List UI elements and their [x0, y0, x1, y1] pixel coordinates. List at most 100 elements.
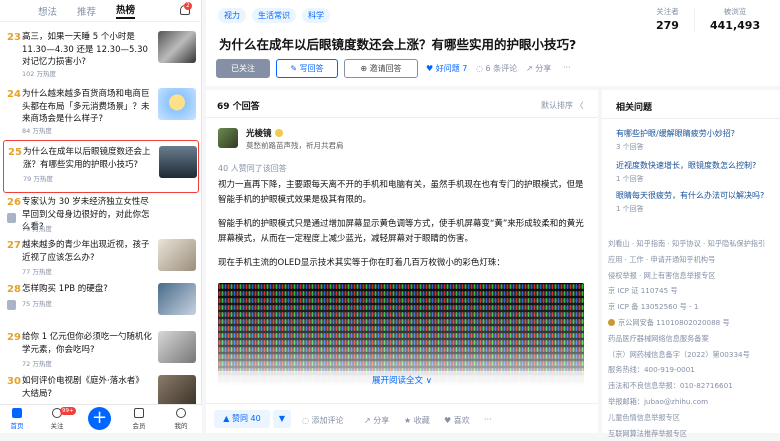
- upvote-button[interactable]: ▲ 赞同 40: [214, 410, 270, 428]
- nav-home[interactable]: 首页: [2, 408, 32, 430]
- hot-thumbnail: [158, 31, 196, 63]
- hot-title[interactable]: 如何评价电视剧《庭外·落水者》大结局?: [22, 375, 152, 400]
- profile-icon: [176, 408, 186, 418]
- notification-badge: 2: [184, 2, 192, 10]
- like-button[interactable]: ♥ 喜欢: [444, 415, 470, 426]
- nav-profile[interactable]: 我的: [166, 408, 196, 430]
- footer-links[interactable]: 侵权举报 · 网上有害信息举报专区: [608, 268, 778, 284]
- hot-title[interactable]: 给你 1 亿元但你必须吃一勺随机化学元素，你会吃吗?: [22, 331, 152, 356]
- footer-text: 举报邮箱：jubao@zhihu.com: [608, 396, 709, 406]
- answer-more-button[interactable]: ···: [484, 415, 492, 424]
- author-label: 光棱镜: [246, 129, 272, 139]
- related-question[interactable]: 近视度数快速增长，眼镜度数怎么控制? 1 个回答: [616, 160, 776, 184]
- oled-pixel-image: [218, 283, 584, 385]
- downvote-button[interactable]: ▼: [273, 410, 291, 428]
- add-comment-label: 添加评论: [311, 416, 344, 425]
- add-comment-button[interactable]: ◌ 添加评论: [302, 415, 344, 426]
- hot-title[interactable]: 越来越多的青少年出现近视，孩子近视了应该怎么办?: [22, 239, 152, 264]
- hot-list-panel: 想法 推荐 热榜 2 23 高三，如果一天睡 5 个小时是 11.30—4.30…: [0, 0, 202, 433]
- collect-button[interactable]: ★ 收藏: [404, 415, 430, 426]
- hot-title[interactable]: 高三，如果一天睡 5 个小时是 11.30—4.30 还是 12.30—5.30…: [22, 31, 152, 69]
- footer-link[interactable]: 儿童色情信息举报专区: [608, 410, 778, 426]
- share-answer-label: 分享: [373, 416, 390, 425]
- more-button[interactable]: ···: [563, 63, 571, 72]
- follow-badge: 99+: [60, 407, 76, 415]
- author-name[interactable]: 光棱镜: [246, 127, 283, 139]
- hot-title[interactable]: 为什么越来越多百货商场和电商巨头都在布局「多元消费场景」？未来商场会是什么样子?: [22, 88, 152, 126]
- hot-thumbnail: [158, 375, 196, 407]
- answer-paragraph: 智能手机的护眼模式只是通过增加屏幕显示黄色调等方式，使手机屏幕变“黄”来形成较柔…: [218, 219, 584, 244]
- hot-item[interactable]: 23 高三，如果一天睡 5 个小时是 11.30—4.30 还是 12.30—5…: [3, 26, 199, 79]
- hot-thumbnail: [158, 88, 196, 120]
- related-answer-count: 1 个回答: [616, 205, 644, 213]
- footer-text: 京 ICP 备 13052560 号 - 1: [608, 302, 699, 312]
- share-button[interactable]: ↗ 分享: [526, 63, 551, 74]
- feed-tabs: 想法 推荐 热榜: [0, 0, 201, 22]
- comments-label: 6 条评论: [485, 64, 518, 73]
- hot-rank: 29: [7, 332, 21, 343]
- share-label: 分享: [535, 64, 552, 73]
- related-question-text[interactable]: 有哪些护眼/缓解眼睛疲劳小妙招?: [616, 128, 776, 140]
- invite-button[interactable]: ⊕ 邀请回答: [344, 59, 418, 78]
- followers-label: 关注者: [656, 7, 679, 16]
- views-count: 441,493: [710, 19, 761, 32]
- new-tag-icon: [7, 300, 16, 310]
- share-answer-button[interactable]: ↗ 分享: [364, 415, 389, 426]
- related-question[interactable]: 有哪些护眼/缓解眼睛疲劳小妙招? 3 个回答: [616, 128, 776, 152]
- hot-item-selected[interactable]: 25 为什么在成年以后眼镜度数还会上涨？有哪些实用的护眼小技巧? 79 万热度: [3, 140, 199, 193]
- related-answer-count: 3 个回答: [616, 143, 644, 151]
- sort-dropdown[interactable]: 默认排序 〈: [541, 100, 584, 111]
- footer-link[interactable]: 互联网算法推荐举报专区: [608, 426, 778, 441]
- question-header: 视力 生活常识 科学 为什么在成年以后眼镜度数还会上涨？有哪些实用的护眼小技巧?…: [206, 0, 780, 86]
- answer-paragraph: 现在手机主流的OLED显示技术其实等于你在盯着几百万枚微小的彩色灯珠：: [218, 258, 505, 268]
- answer-count: 69 个回答: [217, 102, 260, 112]
- good-question-label: 好问题 7: [435, 64, 468, 73]
- hot-rank: 30: [7, 376, 21, 387]
- avatar[interactable]: [218, 128, 238, 148]
- topic-tag[interactable]: 视力: [218, 8, 246, 23]
- related-answer-count: 1 个回答: [616, 175, 644, 183]
- footer-links[interactable]: 刘看山 · 知乎指南 · 知乎协议 · 知乎隐私保护指引: [608, 236, 778, 252]
- expand-button[interactable]: 展开阅读全文 ∨: [206, 371, 598, 389]
- followers-stat: 关注者 279: [656, 6, 679, 32]
- related-question-text[interactable]: 近视度数快速增长，眼镜度数怎么控制?: [616, 160, 776, 172]
- hot-thumbnail: [159, 146, 197, 178]
- answer-panel: 69 个回答 默认排序 〈 光棱镜 莫愁前路苗声残，祈月共君肩 40 人赞同了该…: [206, 90, 598, 433]
- views-label: 被浏览: [723, 7, 747, 16]
- footer-text: 违法和不良信息举报：010-82716601: [608, 381, 733, 391]
- answer-paragraph: 视力一直再下降，主要跟每天离不开的手机和电脑有关，虽然手机现在也有专门的护眼模式…: [218, 180, 584, 205]
- hot-title[interactable]: 怎样购买 1PB 的硬盘?: [22, 283, 152, 296]
- answers-bar: 69 个回答 默认排序 〈: [206, 90, 598, 118]
- hot-title[interactable]: 为什么在成年以后眼镜度数还会上涨？有哪些实用的护眼小技巧?: [23, 146, 153, 171]
- vip-icon: [134, 408, 144, 418]
- create-button[interactable]: +: [88, 407, 111, 430]
- invite-label: 邀请回答: [369, 64, 402, 73]
- related-question-text[interactable]: 眼睛每天很疲劳，有什么办法可以解决吗?: [616, 190, 776, 202]
- good-question-button[interactable]: ♥ 好问题 7: [426, 63, 467, 74]
- topic-tag[interactable]: 科学: [302, 8, 330, 23]
- footer-text: 服务热线：400-919-0001: [608, 365, 695, 375]
- hot-heat: 79 万热度: [22, 225, 52, 233]
- related-title: 相关问题: [616, 103, 653, 113]
- site-footer: 刘看山 · 知乎指南 · 知乎协议 · 知乎隐私保护指引 应用 · 工作 · 申…: [608, 236, 778, 441]
- collect-label: 收藏: [413, 416, 430, 425]
- nav-vip[interactable]: 会员: [124, 408, 154, 430]
- hot-rank: 25: [8, 147, 22, 158]
- write-answer-button[interactable]: ✎ 写回答: [276, 59, 338, 78]
- tab-recommend[interactable]: 推荐: [77, 4, 96, 18]
- related-question[interactable]: 眼睛每天很疲劳，有什么办法可以解决吗? 1 个回答: [616, 190, 776, 214]
- hot-thumbnail: [158, 283, 196, 315]
- comments-button[interactable]: ◌ 6 条评论: [476, 63, 517, 74]
- hot-rank: 28: [7, 284, 21, 295]
- tab-hot[interactable]: 热榜: [116, 2, 136, 19]
- topic-tag[interactable]: 生活常识: [252, 8, 296, 23]
- hot-rank: 24: [7, 89, 21, 100]
- hot-rank: 26: [7, 197, 21, 208]
- footer-links[interactable]: 应用 · 工作 · 申请开通知乎机构号: [608, 252, 778, 268]
- nav-label: 会员: [132, 422, 146, 430]
- hot-item[interactable]: 24 为什么越来越多百货商场和电商巨头都在布局「多元消费场景」？未来商场会是什么…: [3, 83, 199, 136]
- question-title: 为什么在成年以后眼镜度数还会上涨？有哪些实用的护眼小技巧?: [219, 37, 577, 52]
- hot-item[interactable]: 28 怎样购买 1PB 的硬盘? 75 万热度: [3, 278, 199, 331]
- followed-button[interactable]: 已关注: [216, 59, 270, 78]
- tab-thoughts[interactable]: 想法: [38, 4, 57, 18]
